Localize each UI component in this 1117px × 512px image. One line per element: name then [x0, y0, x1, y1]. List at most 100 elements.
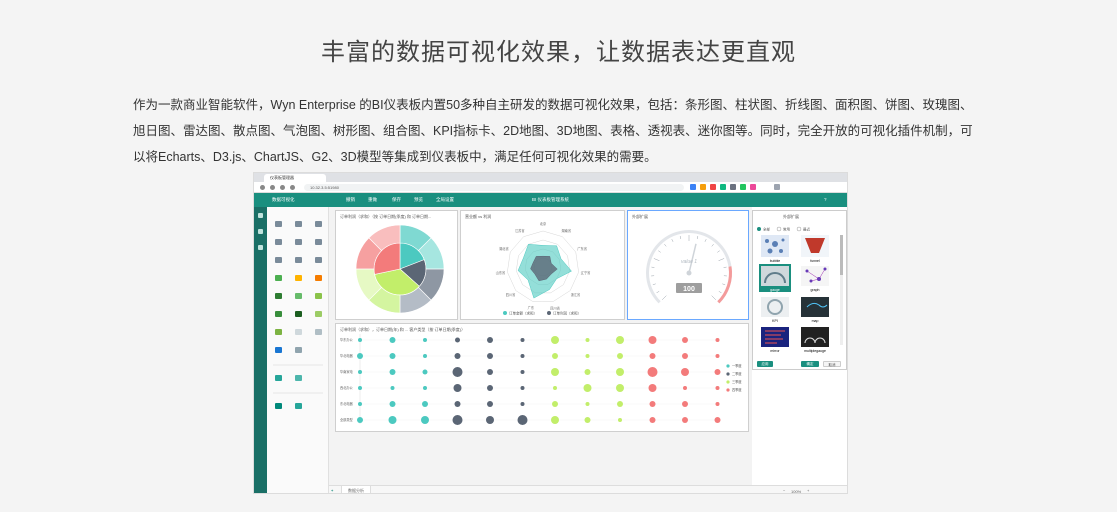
gauge-tick — [661, 295, 667, 301]
menu-icon[interactable] — [774, 184, 780, 190]
sunburst-panel[interactable]: 订单利润（求和）（按 订单日期(季度) 和 订单日期... — [335, 210, 458, 320]
bubble-mark — [617, 353, 623, 359]
bubble-mark — [551, 416, 559, 424]
bubble-mark — [423, 338, 427, 342]
extension-icon[interactable] — [720, 184, 726, 190]
bubble-mark — [682, 417, 688, 423]
sunburst-chart — [355, 224, 445, 314]
browser-toolbar: 10.32.3.5:51980 — [254, 182, 847, 193]
zoom-in-icon[interactable]: + — [807, 488, 809, 493]
radar-axis-label: 四川省 — [506, 292, 516, 297]
sheet-tab[interactable]: 数据分析 — [341, 486, 371, 493]
bubble-mark — [715, 386, 720, 390]
zoom-level: 100% — [791, 488, 802, 494]
bubble-mark — [551, 368, 559, 376]
thumb-multiplegauge[interactable] — [801, 327, 829, 347]
browser-tab-strip: 仪表板管理器 — [254, 173, 847, 182]
thumb-mirror[interactable] — [761, 327, 789, 347]
bubble-mark — [454, 401, 461, 407]
filter-radio[interactable] — [757, 227, 761, 231]
bubble-mark — [390, 386, 395, 390]
extension-icon[interactable] — [710, 184, 716, 190]
cancel-button[interactable]: 取消 — [823, 361, 841, 367]
bubble-mark — [520, 354, 525, 358]
address-bar[interactable]: 10.32.3.5:51980 — [304, 184, 684, 191]
add-sheet-icon[interactable]: + — [331, 488, 333, 493]
panel-title: 订单利润（求和），订单日期(年) 和 ... 客户类型（按 订单日期(季度)） — [340, 327, 466, 332]
gauge-tick — [704, 239, 707, 242]
gauge-value: 100 — [683, 286, 695, 293]
gauge-tick — [711, 295, 717, 301]
gauge-chart: value 1 100 — [646, 230, 732, 304]
radar-legend-2: 订单利润（求和） — [553, 311, 581, 316]
bubble-mark — [681, 368, 689, 376]
bubble-legend-label: 三季度 — [732, 379, 742, 384]
radar-axis-label: 辽宁省 — [581, 270, 591, 275]
bubble-mark — [486, 416, 494, 424]
bubble-mark — [520, 370, 525, 374]
bubble-row-label: 全部类型 — [340, 417, 354, 422]
bubble-mark — [358, 338, 362, 342]
bubble-panel[interactable]: 订单利润（求和），订单日期(年) 和 ... 客户类型（按 订单日期(季度)） … — [335, 323, 749, 432]
bubble-legend-label: 二季度 — [732, 371, 742, 376]
bubble-mark — [422, 369, 428, 375]
reload-icon[interactable] — [280, 185, 285, 190]
extension-icon[interactable] — [740, 184, 746, 190]
filter-recent[interactable]: 最近 — [803, 227, 811, 232]
extension-icon[interactable] — [730, 184, 736, 190]
radar-chart: 北京湖南省广东省辽宁省浙江省四川省广东四川省山东省湖北省江苏省 订单金额（求和）… — [496, 221, 591, 316]
filter-radio[interactable] — [796, 226, 802, 232]
bubble-mark — [585, 338, 590, 342]
bubble-mark — [682, 337, 688, 343]
panel-title: 营业额 vs 利润 — [465, 214, 492, 219]
apply-button[interactable]: 应用 — [757, 361, 773, 367]
extension-icon[interactable] — [750, 184, 756, 190]
radar-axis-label: 北京 — [540, 221, 546, 226]
gauge-tick — [656, 291, 660, 294]
back-icon[interactable] — [260, 185, 265, 190]
gauge-tick — [718, 291, 722, 294]
forward-icon[interactable] — [270, 185, 275, 190]
bubble-mark — [358, 386, 362, 390]
filter-all[interactable]: 全部 — [763, 227, 771, 232]
home-icon[interactable] — [290, 185, 295, 190]
bubble-mark — [618, 418, 622, 422]
bubble-mark — [715, 402, 720, 406]
bubble-mark — [552, 353, 558, 359]
scrollbar-thumb[interactable] — [840, 235, 843, 275]
bubble-mark — [682, 353, 688, 359]
bubble-mark — [389, 353, 396, 359]
bubble-matrix-chart: 华东办公华北电器华南家电西北办公东北电器全部类型 一季度二季度三季度四季度 — [340, 334, 742, 425]
bubble-mark — [423, 386, 427, 390]
extension-icon[interactable] — [700, 184, 706, 190]
bubble-mark — [358, 402, 362, 406]
ok-button[interactable]: 确定 — [801, 361, 819, 367]
radar-panel[interactable]: 营业额 vs 利润 北京 湖南省 广东省 辽宁省 浙江省 四川省 广东 四川省 山东省 湖北省 江苏… — [460, 210, 625, 320]
extension-panel-title: 外部扩展 — [783, 214, 799, 219]
radar-axis-label: 广东省 — [577, 246, 587, 251]
layers-icon[interactable] — [258, 245, 263, 250]
filter-radio[interactable] — [776, 226, 782, 232]
bubble-row-label: 华南家电 — [340, 369, 354, 374]
home-icon[interactable] — [258, 213, 263, 218]
legend-swatch — [547, 311, 551, 315]
bubble-mark — [421, 416, 429, 424]
gauge-tick — [696, 235, 699, 240]
extension-icon[interactable] — [690, 184, 696, 190]
data-icon[interactable] — [258, 229, 263, 234]
bubble-mark — [520, 402, 525, 406]
radar-axis-label: 浙江省 — [571, 292, 581, 297]
bubble-row-label: 东北电器 — [340, 401, 354, 406]
bubble-mark — [357, 353, 363, 359]
widget-palette-icons[interactable] — [267, 207, 329, 494]
product-screenshot: 仪表板管理器 10.32.3.5:51980 数据可视化 撤销 重做 保存 预览… — [253, 172, 848, 494]
panel-title: 外部扩展 — [632, 214, 648, 219]
bubble-mark — [714, 417, 721, 423]
bubble-mark — [647, 367, 658, 377]
bubble-mark — [683, 386, 687, 390]
gauge-panel[interactable]: 外部扩展 value 1 100 — [627, 210, 749, 320]
filter-common[interactable]: 常用 — [783, 227, 791, 232]
zoom-out-icon[interactable]: − — [783, 488, 785, 493]
browser-tab[interactable]: 仪表板管理器 — [264, 174, 326, 182]
help-icon[interactable]: ? — [824, 197, 827, 202]
